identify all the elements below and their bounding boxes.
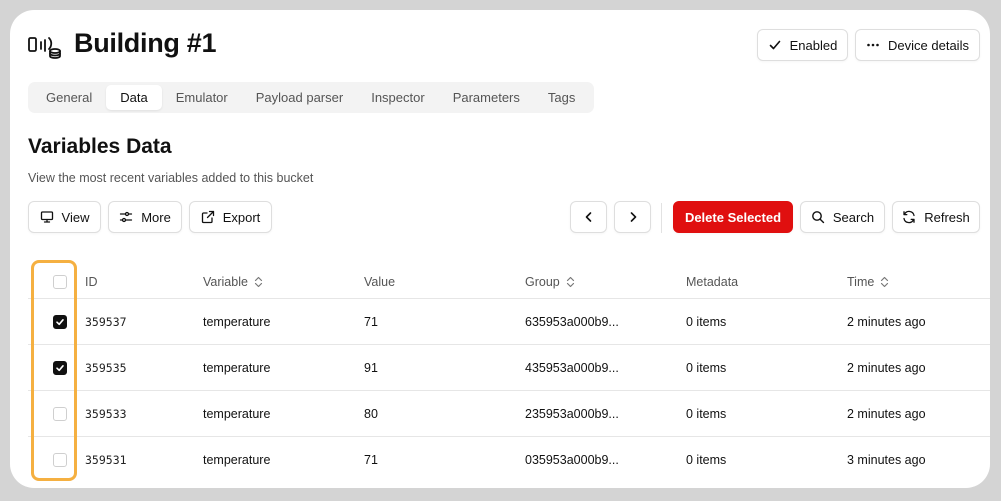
search-button-label: Search [832,209,875,225]
chevron-left-icon [585,212,591,222]
device-page-card: Building #1 Enabled Device details Gener… [10,10,990,488]
row-metadata: 0 items [686,314,727,329]
row-time: 2 minutes ago [847,360,926,375]
delete-selected-button[interactable]: Delete Selected [673,201,793,233]
export-button-label: Export [222,209,261,225]
table-row[interactable]: 359535 temperature 91 435953a000b9... 0 … [28,345,990,391]
table-row[interactable]: 359533 temperature 80 235953a000b9... 0 … [28,391,990,437]
tab-emulator[interactable]: Emulator [162,85,242,110]
sort-icon [254,276,263,288]
more-button[interactable]: More [108,201,182,233]
iot-device-icon [28,37,61,59]
section-title: Variables Data [28,135,172,158]
row-metadata: 0 items [686,453,727,467]
device-details-button[interactable]: Device details [855,29,980,61]
tab-payload-parser[interactable]: Payload parser [242,85,357,110]
row-select-cell [48,437,72,483]
search-icon [811,211,825,224]
column-header-group-label: Group [525,275,560,289]
refresh-button[interactable]: Refresh [892,201,980,233]
sort-icon [881,276,889,288]
refresh-button-label: Refresh [924,209,970,225]
page-title: Building #1 [74,28,217,58]
enabled-button[interactable]: Enabled [757,29,848,61]
column-header-value-label: Value [364,275,396,289]
row-variable: temperature [203,314,271,329]
sort-icon [566,276,574,288]
column-header-metadata: Metadata [686,266,738,298]
row-id: 359537 [85,314,127,329]
toolbar-divider [661,203,662,233]
tab-tags[interactable]: Tags [534,85,589,110]
row-group: 035953a000b9... [525,453,619,467]
delete-selected-button-label: Delete Selected [684,209,782,225]
tab-data[interactable]: Data [106,85,162,110]
device-tabs: General Data Emulator Payload parser Ins… [28,82,594,113]
row-value: 71 [364,314,378,329]
column-header-variable[interactable]: Variable [203,266,263,298]
tab-general[interactable]: General [32,85,106,110]
column-header-id-label: ID [85,275,98,289]
table-row[interactable]: 359537 temperature 71 635953a000b9... 0 … [28,299,990,345]
chevron-right-icon [630,212,636,222]
column-header-metadata-label: Metadata [686,275,739,289]
next-page-button[interactable] [614,201,651,233]
view-button[interactable]: View [28,201,101,233]
row-value: 91 [364,360,378,375]
search-button[interactable]: Search [800,201,885,233]
tab-inspector[interactable]: Inspector [357,85,438,110]
select-all-checkbox[interactable] [53,275,67,289]
column-header-variable-label: Variable [203,275,248,289]
variables-table: ID Variable Value Group Metadata Time 35… [28,266,990,483]
external-link-icon [201,210,214,224]
column-header-time-label: Time [847,275,875,289]
column-header-id: ID [85,266,98,298]
monitor-icon [40,211,53,223]
row-variable: temperature [203,360,271,375]
row-select-cell [48,299,72,344]
column-header-time[interactable]: Time [847,266,889,298]
more-horizontal-icon [867,43,879,47]
device-details-button-label: Device details [888,37,969,53]
previous-page-button[interactable] [570,201,607,233]
row-value: 71 [364,453,378,467]
row-id: 359531 [85,453,127,467]
row-metadata: 0 items [686,360,727,375]
row-time: 3 minutes ago [847,453,926,467]
view-button-label: View [61,209,90,225]
row-id: 359533 [85,406,127,421]
column-header-group[interactable]: Group [525,266,575,298]
refresh-icon [903,210,915,224]
checkmark-icon [56,318,64,325]
export-button[interactable]: Export [189,201,272,233]
more-button-label: More [141,209,171,225]
row-group: 435953a000b9... [525,360,619,375]
table-header-row: ID Variable Value Group Metadata Time [28,266,990,299]
row-variable: temperature [203,406,271,421]
checkmark-icon [56,364,64,371]
row-checkbox[interactable] [53,360,67,375]
row-select-cell [48,345,72,390]
table-row[interactable]: 359531 temperature 71 035953a000b9... 0 … [28,437,990,483]
section-subtitle: View the most recent variables added to … [28,171,314,185]
row-id: 359535 [85,360,127,375]
row-variable: temperature [203,453,271,467]
select-all-cell [48,266,72,298]
row-select-cell [48,391,72,436]
row-time: 2 minutes ago [847,406,926,421]
row-metadata: 0 items [686,406,727,421]
row-group: 635953a000b9... [525,314,619,329]
row-time: 2 minutes ago [847,314,926,329]
tab-parameters[interactable]: Parameters [439,85,534,110]
row-checkbox[interactable] [53,453,67,467]
row-checkbox[interactable] [53,406,67,421]
settings-sliders-icon [120,211,133,223]
check-icon [769,40,780,50]
enabled-button-label: Enabled [789,37,838,53]
row-value: 80 [364,406,378,421]
row-group: 235953a000b9... [525,406,619,421]
row-checkbox[interactable] [53,314,67,329]
column-header-value: Value [364,266,395,298]
